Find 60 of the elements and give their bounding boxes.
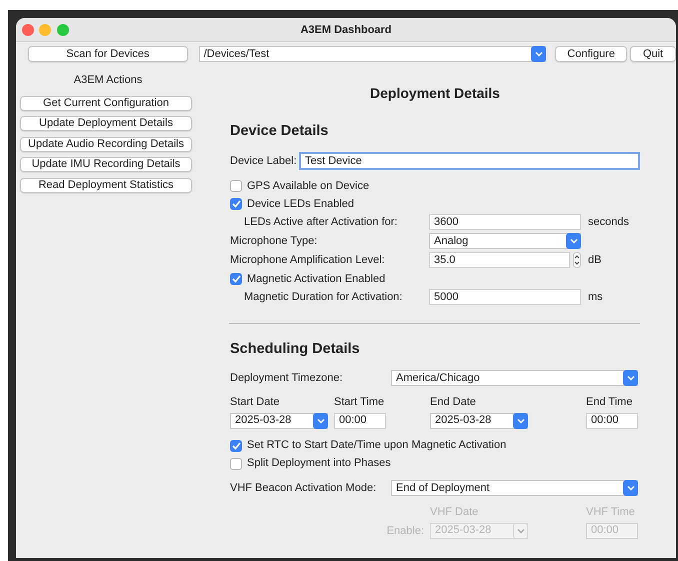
- stepper-icon[interactable]: [573, 252, 581, 268]
- section-heading: Device Details: [230, 123, 328, 139]
- field-label: Device Label:: [230, 154, 297, 168]
- checkbox-label: Device LEDs Enabled: [247, 196, 354, 212]
- quit-button[interactable]: Quit: [630, 46, 676, 62]
- window-title: A3EM Dashboard: [300, 24, 392, 36]
- field-label: Microphone Type:: [230, 235, 318, 247]
- section-title: Deployment Details: [370, 85, 500, 101]
- input-field[interactable]: 35.0: [429, 252, 570, 268]
- dropdown[interactable]: 2025-03-28: [230, 412, 328, 428]
- configure-button[interactable]: Configure: [555, 46, 628, 62]
- dropdown[interactable]: 2025-03-28: [430, 412, 528, 428]
- checkbox[interactable]: [230, 198, 242, 210]
- field-label: Deployment Timezone:: [230, 372, 342, 384]
- field-label: Start Time: [334, 396, 384, 408]
- input-field[interactable]: 3600: [429, 214, 581, 230]
- chevron-down-icon: [534, 51, 543, 57]
- input-field[interactable]: 5000: [429, 289, 581, 306]
- unit-label: ms: [588, 290, 603, 305]
- action-button[interactable]: Read Deployment Statistics: [20, 178, 192, 192]
- chevron-down-icon: [570, 238, 578, 244]
- field-label: VHF Beacon Activation Mode:: [230, 482, 376, 494]
- dropdown[interactable]: America/Chicago: [391, 370, 638, 386]
- field-label: LEDs Active after Activation for:: [244, 216, 398, 228]
- input-field[interactable]: 00:00: [586, 412, 638, 428]
- field-label: Magnetic Duration for Activation:: [244, 291, 402, 303]
- action-button[interactable]: Update Audio Recording Details: [20, 136, 192, 152]
- window-control-icon[interactable]: [22, 24, 34, 36]
- chevron-down-icon: [516, 528, 524, 534]
- checkbox[interactable]: [230, 180, 242, 192]
- window-control-icon[interactable]: [56, 24, 68, 36]
- unit-label: dB: [588, 253, 602, 268]
- sidebar-heading: A3EM Actions: [74, 74, 142, 86]
- unit-label: seconds: [588, 215, 629, 230]
- chevron-down-icon: [316, 418, 324, 424]
- field-label: Microphone Amplification Level:: [230, 254, 385, 266]
- checkbox-label: Split Deployment into Phases: [247, 456, 391, 472]
- field-label: Start Date: [230, 396, 280, 408]
- action-button[interactable]: Update Deployment Details: [20, 116, 192, 131]
- dropdown[interactable]: End of Deployment: [391, 480, 638, 496]
- checkbox[interactable]: [230, 272, 242, 285]
- input-field[interactable]: Test Device: [299, 152, 640, 170]
- checkbox[interactable]: [230, 458, 242, 470]
- dropdown[interactable]: /Devices/Test: [198, 46, 546, 62]
- window-control-icon[interactable]: [39, 24, 51, 36]
- chevron-down-icon: [626, 374, 634, 381]
- scan-button[interactable]: Scan for Devices: [28, 46, 188, 62]
- field-label: End Date: [430, 396, 476, 408]
- checkbox-label: GPS Available on Device: [247, 178, 370, 194]
- input-field[interactable]: 00:00: [334, 412, 386, 428]
- action-button[interactable]: Get Current Configuration: [20, 96, 192, 110]
- dropdown[interactable]: Analog: [429, 233, 581, 250]
- field-label: End Time: [586, 396, 632, 408]
- section-heading: Scheduling Details: [230, 340, 360, 357]
- checkbox[interactable]: [230, 440, 242, 452]
- action-button[interactable]: Update IMU Recording Details: [20, 157, 192, 172]
- checkbox-label: Magnetic Activation Enabled: [247, 272, 386, 286]
- chevron-down-icon: [516, 418, 524, 424]
- checkbox-label: Set RTC to Start Date/Time upon Magnetic Activation: [247, 438, 506, 454]
- chevron-down-icon: [626, 484, 634, 491]
